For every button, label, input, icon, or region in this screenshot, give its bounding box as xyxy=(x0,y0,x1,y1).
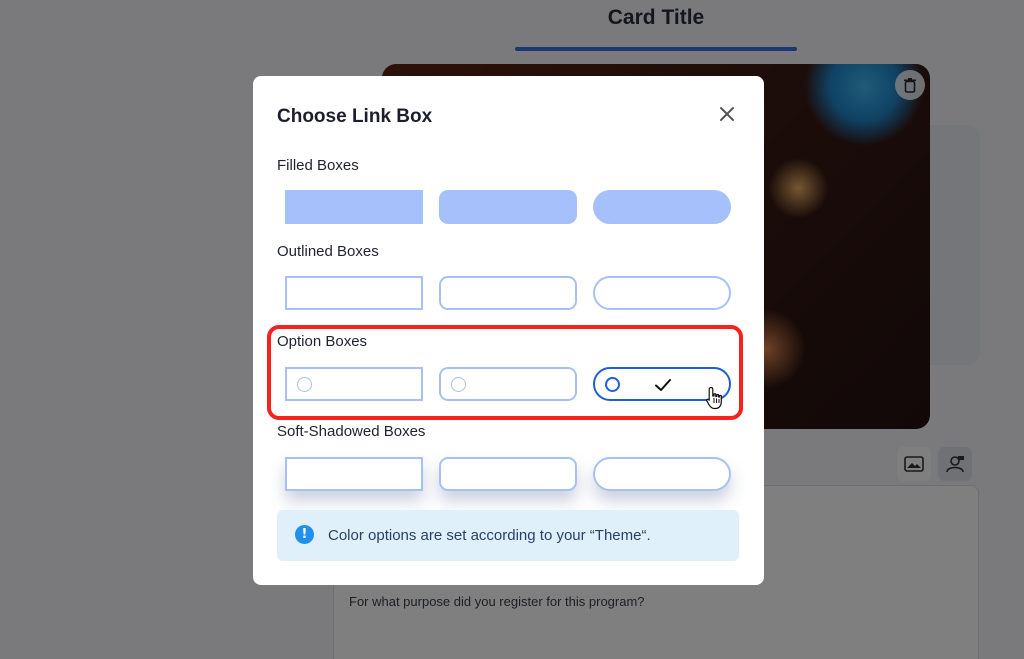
soft-box-rounded[interactable] xyxy=(439,457,577,491)
dialog-title: Choose Link Box xyxy=(277,106,433,127)
section-label-filled: Filled Boxes xyxy=(277,157,359,174)
section-label-outlined: Outlined Boxes xyxy=(277,243,379,260)
outlined-box-pill[interactable] xyxy=(593,276,731,310)
outlined-box-rounded[interactable] xyxy=(439,276,577,310)
highlight-frame xyxy=(267,325,743,420)
exclamation-info-icon: ! xyxy=(295,525,314,544)
soft-box-square[interactable] xyxy=(285,457,423,491)
section-label-soft-shadowed: Soft-Shadowed Boxes xyxy=(277,423,426,440)
filled-box-square[interactable] xyxy=(285,190,423,224)
filled-box-rounded[interactable] xyxy=(439,190,577,224)
choose-link-box-dialog: Choose Link Box Filled Boxes Outlined Bo… xyxy=(253,76,764,585)
soft-box-pill[interactable] xyxy=(593,457,731,491)
filled-box-pill[interactable] xyxy=(593,190,731,224)
theme-info-note: ! Color options are set according to you… xyxy=(277,510,739,561)
outlined-box-square[interactable] xyxy=(285,276,423,310)
close-icon[interactable] xyxy=(716,103,738,125)
hand-pointer-icon xyxy=(706,386,722,410)
info-text: Color options are set according to your … xyxy=(328,527,651,544)
